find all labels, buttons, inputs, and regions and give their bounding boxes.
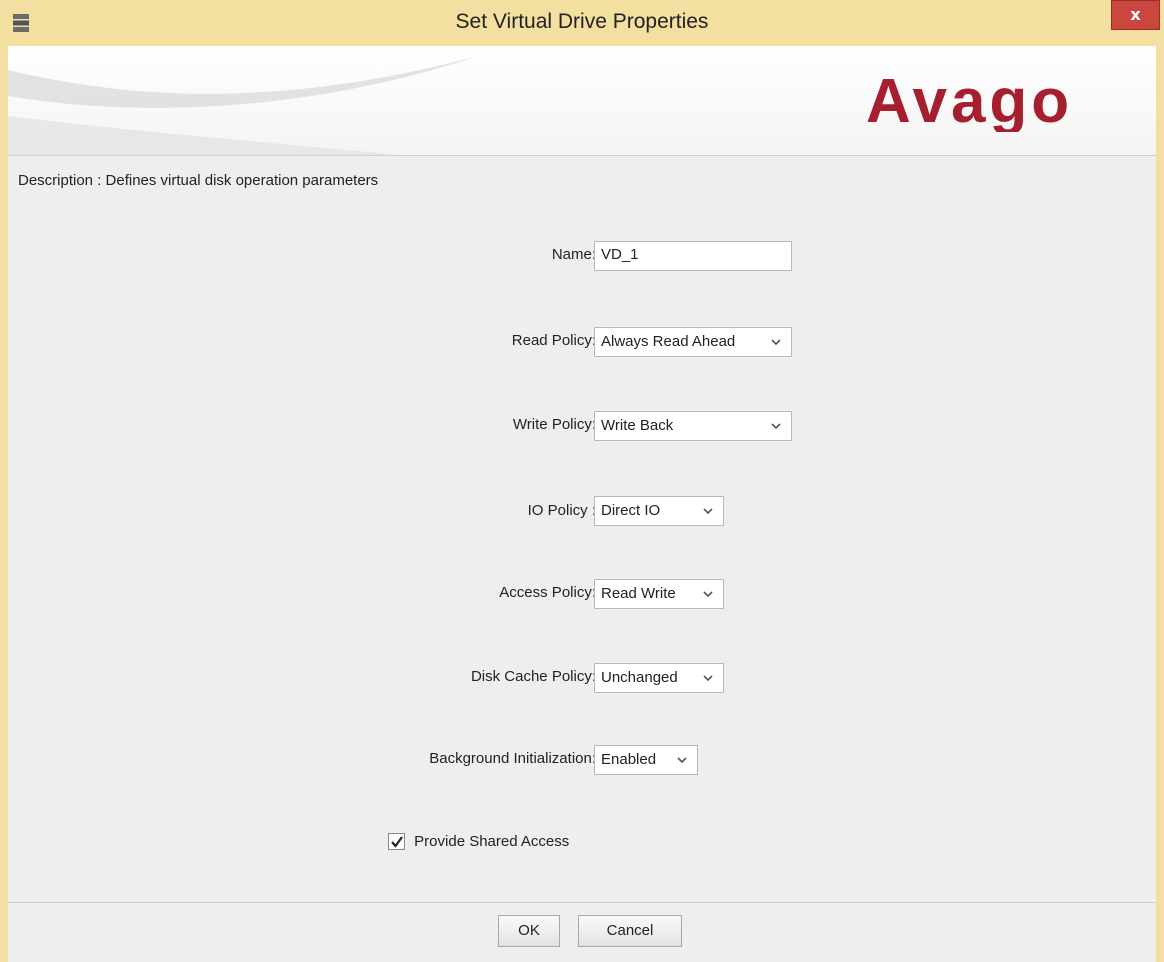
io-policy-label: IO Policy : xyxy=(527,502,596,519)
banner-swoosh xyxy=(8,56,478,155)
form-area: Description : Defines virtual disk opera… xyxy=(8,156,1156,902)
background-init-select[interactable]: Enabled xyxy=(594,745,698,775)
avago-logo: Avago xyxy=(866,68,1073,132)
ok-button[interactable]: OK xyxy=(498,915,560,947)
close-icon: x xyxy=(1130,5,1141,24)
shared-access-label: Provide Shared Access xyxy=(414,832,570,850)
dialog-footer: OK Cancel xyxy=(8,902,1156,962)
name-input[interactable]: VD_1 xyxy=(594,241,792,271)
chevron-down-icon xyxy=(703,591,713,598)
read-policy-select[interactable]: Always Read Ahead xyxy=(594,327,792,357)
read-policy-label: Read Policy: xyxy=(511,332,596,349)
name-value: VD_1 xyxy=(601,246,639,263)
disk-cache-policy-label: Disk Cache Policy: xyxy=(470,668,596,685)
access-policy-value: Read Write xyxy=(601,585,676,602)
shared-access-checkbox[interactable] xyxy=(388,832,405,850)
write-policy-label: Write Policy: xyxy=(512,416,596,433)
name-label: Name: xyxy=(551,246,596,263)
dialog-window: Set Virtual Drive Properties x Avago Des… xyxy=(0,0,1164,962)
write-policy-value: Write Back xyxy=(601,417,674,434)
disk-cache-policy-select[interactable]: Unchanged xyxy=(594,663,724,693)
svg-text:Avago: Avago xyxy=(866,68,1073,132)
chevron-down-icon xyxy=(677,757,687,764)
access-policy-select[interactable]: Read Write xyxy=(594,579,724,609)
chevron-down-icon xyxy=(703,508,713,515)
dialog-title: Set Virtual Drive Properties xyxy=(455,10,709,33)
brand-banner: Avago xyxy=(8,46,1156,156)
access-policy-label: Access Policy: xyxy=(499,584,596,601)
close-button[interactable]: x xyxy=(1111,0,1160,30)
disk-cache-policy-value: Unchanged xyxy=(601,669,678,686)
background-init-label: Background Initialization: xyxy=(429,750,596,767)
shared-access-row[interactable]: Provide Shared Access xyxy=(388,832,569,850)
write-policy-select[interactable]: Write Back xyxy=(594,411,792,441)
io-policy-value: Direct IO xyxy=(601,502,661,519)
read-policy-value: Always Read Ahead xyxy=(601,333,736,350)
io-policy-select[interactable]: Direct IO xyxy=(594,496,724,526)
chevron-down-icon xyxy=(771,423,781,430)
cancel-button[interactable]: Cancel xyxy=(578,915,682,947)
checkmark-icon xyxy=(391,835,403,848)
description-text: Description : Defines virtual disk opera… xyxy=(18,172,379,189)
title-bar[interactable]: Set Virtual Drive Properties x xyxy=(0,0,1164,46)
chevron-down-icon xyxy=(703,675,713,682)
chevron-down-icon xyxy=(771,339,781,346)
background-init-value: Enabled xyxy=(601,751,657,768)
